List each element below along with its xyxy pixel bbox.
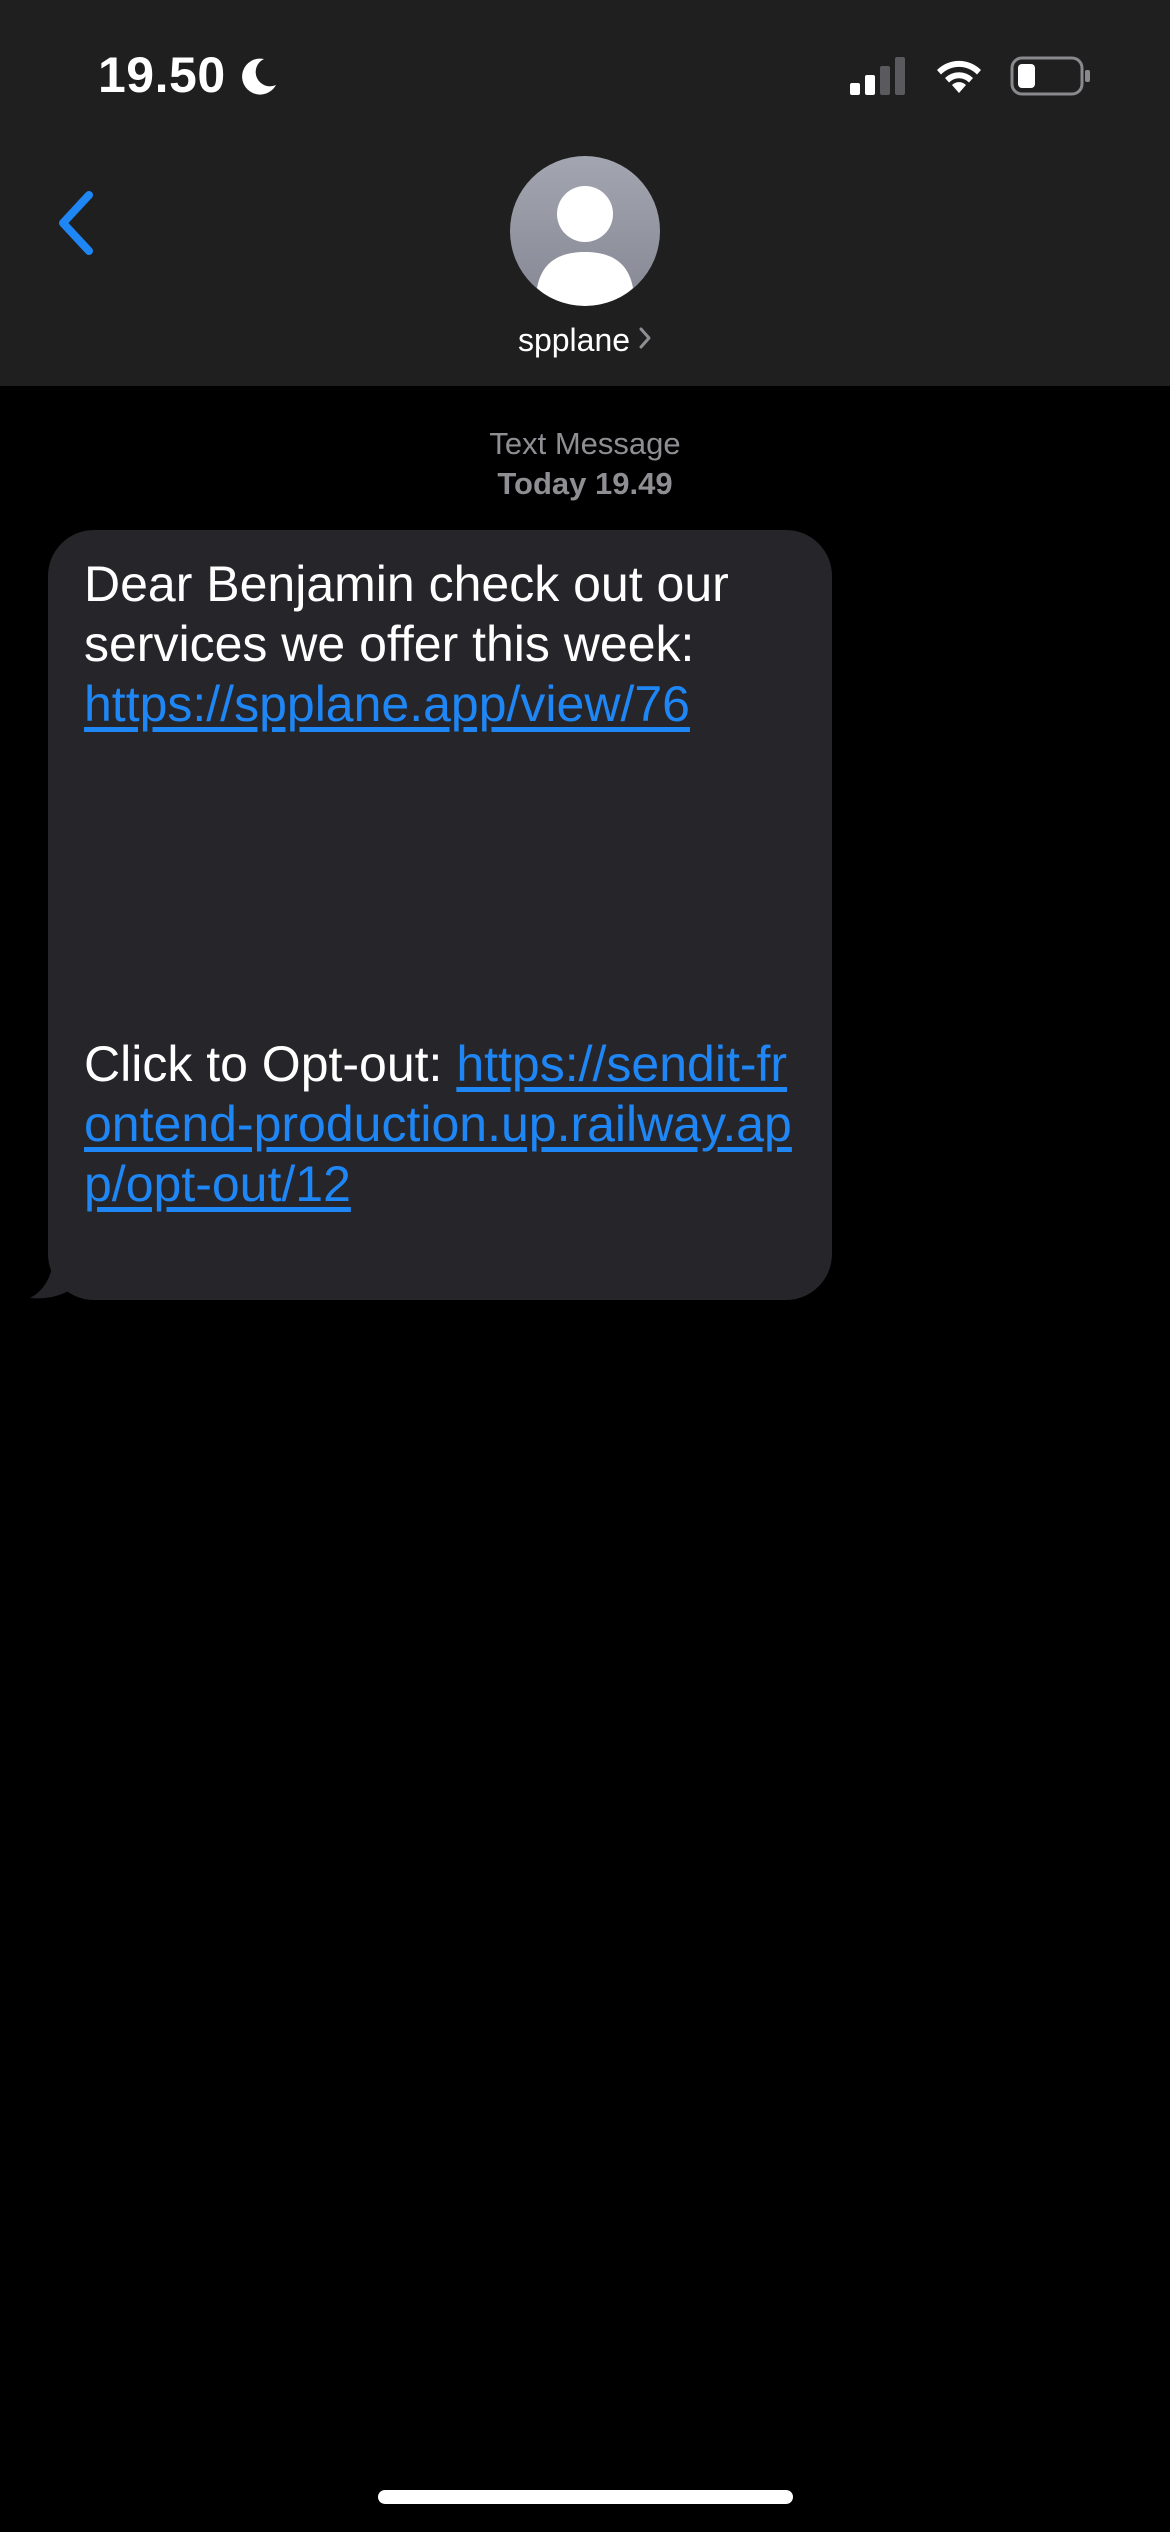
battery-icon [1010, 56, 1092, 101]
optout-label: Click to Opt-out: [84, 1036, 457, 1092]
message-meta: Text Message Today 19.49 [0, 424, 1170, 504]
message-bubble-container: Dear Benjamin check out our services we … [30, 530, 834, 1300]
incoming-message-bubble[interactable]: Dear Benjamin check out our services we … [48, 530, 832, 1300]
contact-name-button[interactable]: spplane [518, 322, 652, 359]
person-silhouette-icon [537, 186, 633, 306]
service-label: Text Message [489, 426, 681, 461]
contact-info: spplane [0, 156, 1170, 359]
conversation-header: 19.50 spplane [0, 0, 1170, 386]
message-timestamp: Today 19.49 [497, 466, 673, 501]
home-indicator[interactable] [378, 2490, 793, 2504]
status-time-text: 19.50 [98, 47, 226, 103]
message-intro-text: Dear Benjamin check out our services we … [84, 556, 729, 672]
chevron-right-icon [638, 326, 652, 355]
message-blank-space [84, 734, 802, 1034]
message-link-view[interactable]: https://spplane.app/view/76 [84, 674, 802, 734]
avatar[interactable] [510, 156, 660, 306]
cellular-signal-icon [850, 57, 908, 100]
contact-name: spplane [517, 322, 631, 358]
wifi-icon [934, 57, 984, 100]
status-bar-time: 19.50 [98, 46, 280, 104]
status-bar-right [850, 56, 1092, 101]
moon-icon [236, 53, 280, 97]
